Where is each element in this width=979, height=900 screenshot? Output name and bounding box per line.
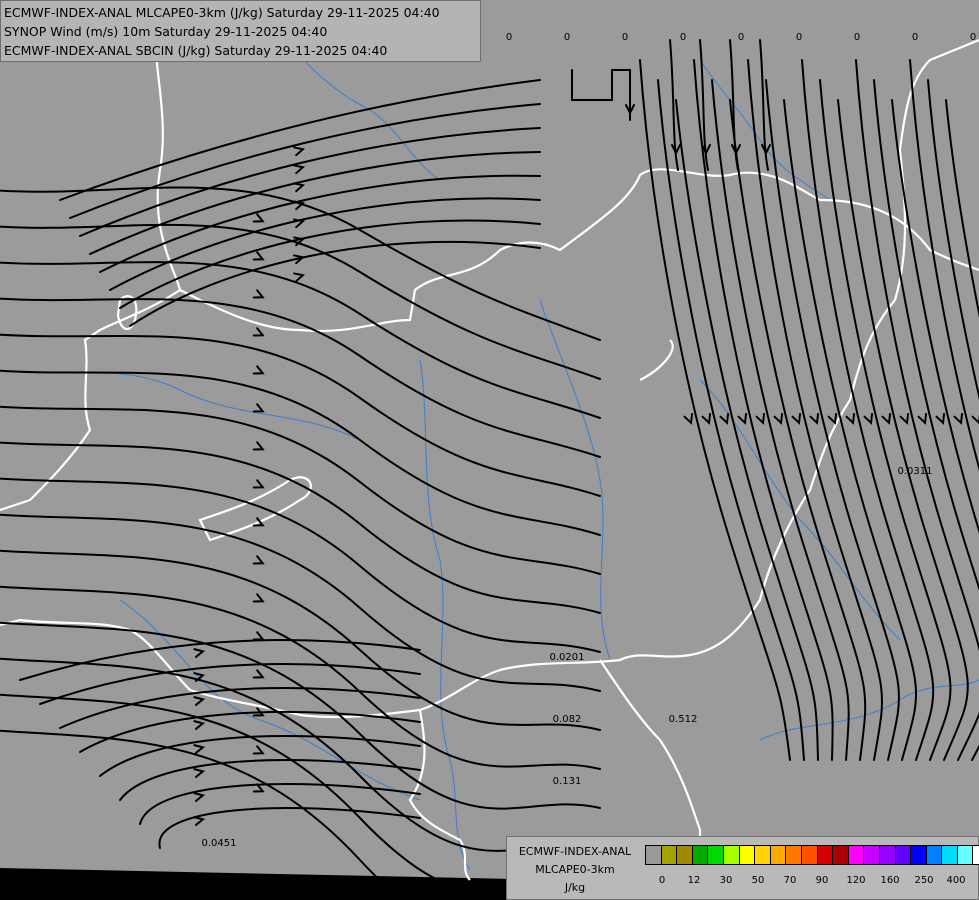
grid-value-label: 0 (680, 32, 686, 43)
legend-swatch (769, 845, 787, 865)
grid-value-label: 0.0451 (202, 838, 237, 849)
legend-swatch (691, 845, 709, 865)
legend-swatch (956, 845, 974, 865)
legend-tick-label: 250 (914, 875, 934, 886)
legend-tick-label: 400 (946, 875, 966, 886)
legend-swatch (894, 845, 912, 865)
legend-tick-label: 90 (815, 875, 829, 886)
legend-tick-label: 70 (783, 875, 797, 886)
grid-value-label: 0.512 (669, 714, 698, 725)
grid-value-label: 0 (796, 32, 802, 43)
grid-value-label: 0 (622, 32, 628, 43)
legend-swatch (800, 845, 818, 865)
grid-value-label: 0 (738, 32, 744, 43)
legend-swatch (847, 845, 865, 865)
grid-value-label: 0.0311 (898, 466, 933, 477)
grid-value-label: 0.0201 (550, 652, 585, 663)
legend-tick-label: 12 (687, 875, 701, 886)
grid-value-label: 0 (506, 32, 512, 43)
map-title-box: ECMWF-INDEX-ANAL MLCAPE0-3km (J/kg) Satu… (0, 0, 481, 62)
grid-value-label: 0.131 (553, 776, 582, 787)
legend-swatch (754, 845, 771, 865)
legend-tick-label: 160 (880, 875, 900, 886)
legend-param: MLCAPE0-3km (535, 863, 615, 876)
legend-swatch (645, 845, 662, 865)
legend-tick-label: 50 (751, 875, 765, 886)
legend-swatch (910, 845, 927, 865)
legend-tick-label: 0 (658, 875, 666, 886)
legend-swatch (925, 845, 943, 865)
title-line-3: ECMWF-INDEX-ANAL SBCIN (J/kg) Saturday 2… (4, 43, 388, 58)
legend-tick-label: 120 (846, 875, 866, 886)
grid-value-label: 0 (564, 32, 570, 43)
legend-swatch (972, 845, 979, 865)
legend-tick-label: 30 (719, 875, 733, 886)
legend-swatch (863, 845, 880, 865)
legend-swatch (832, 845, 849, 865)
legend-swatch (676, 845, 693, 865)
legend-swatch (941, 845, 958, 865)
legend-swatch (660, 845, 678, 865)
title-line-2: SYNOP Wind (m/s) 10m Saturday 29-11-2025… (4, 24, 328, 39)
legend-swatch (707, 845, 724, 865)
legend-swatch (722, 845, 740, 865)
legend-swatches (645, 845, 979, 865)
legend-swatch (816, 845, 834, 865)
legend-ticks: 0 12 30 50 70 90 120 160 250 400 (646, 875, 976, 889)
grid-value-label: 0 (970, 32, 976, 43)
color-legend: ECMWF-INDEX-ANAL MLCAPE0-3km J/kg 0 12 30 5… (506, 836, 979, 900)
grid-value-label: 0 (912, 32, 918, 43)
legend-swatch (785, 845, 802, 865)
legend-swatch (738, 845, 756, 865)
weather-map: 000000000000000000.03110.02010.0820.5120… (0, 0, 979, 900)
legend-swatch (878, 845, 896, 865)
legend-source: ECMWF-INDEX-ANAL (518, 845, 632, 858)
grid-value-label: 0 (854, 32, 860, 43)
title-line-1: ECMWF-INDEX-ANAL MLCAPE0-3km (J/kg) Satu… (4, 5, 440, 20)
grid-value-label: 0.082 (553, 714, 582, 725)
legend-unit: J/kg (564, 881, 586, 894)
